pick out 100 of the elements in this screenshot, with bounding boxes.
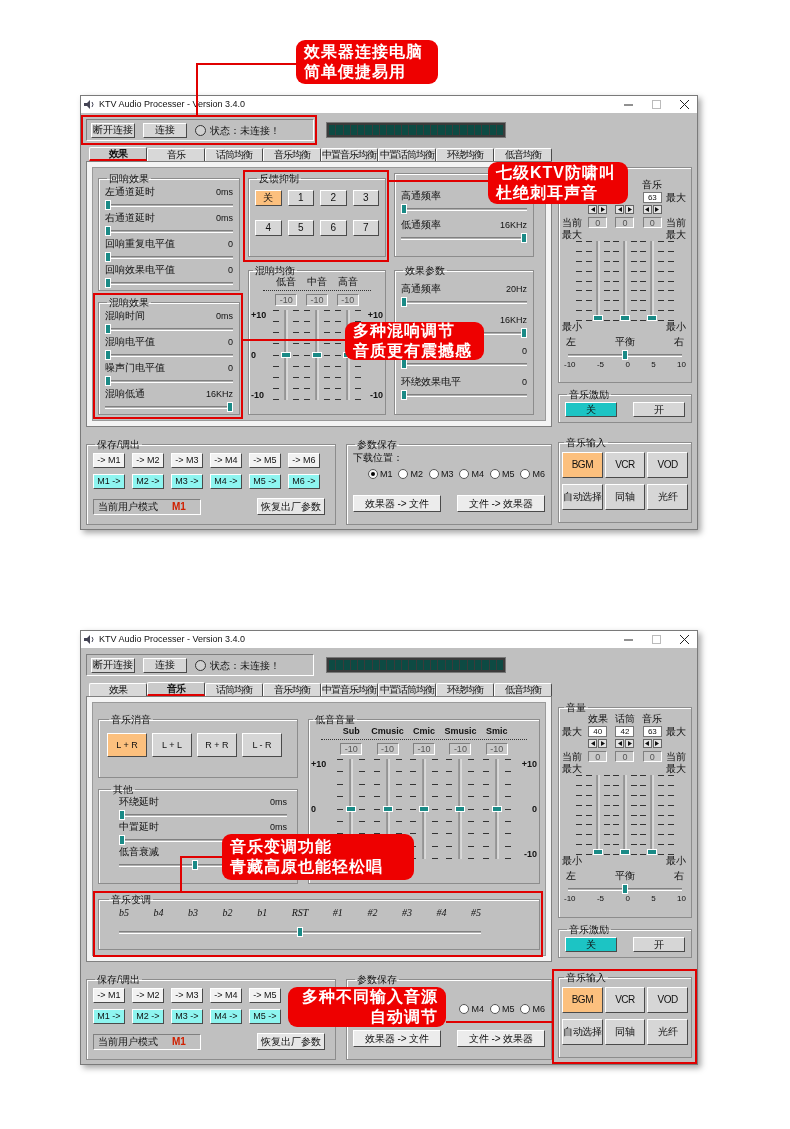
slider-thumb[interactable] (620, 849, 630, 855)
preset-button[interactable]: 6 (320, 220, 347, 236)
slider[interactable] (446, 759, 475, 859)
slider-thumb[interactable] (281, 352, 292, 358)
preset-button[interactable]: 2 (320, 190, 347, 206)
connect-button[interactable]: 连接 (143, 657, 187, 673)
step-right-button[interactable] (652, 204, 662, 214)
disconnect-button[interactable]: 断开连接 (91, 657, 135, 673)
step-left-button[interactable] (642, 204, 652, 214)
slider-thumb[interactable] (382, 806, 393, 812)
tab[interactable]: 环绕均衡 (436, 148, 495, 161)
connect-button[interactable]: 连接 (143, 122, 187, 138)
tab[interactable]: 效果 (89, 147, 147, 161)
store-button[interactable]: -> M1 (93, 453, 125, 468)
recall-button[interactable]: M5 -> (249, 1009, 281, 1024)
reset-button[interactable]: 恢复出厂参数 (257, 1033, 325, 1050)
close-icon[interactable] (680, 100, 689, 109)
slider-thumb[interactable] (455, 806, 466, 812)
radio-button[interactable] (459, 1004, 470, 1014)
slider[interactable] (401, 359, 527, 369)
slider[interactable] (568, 350, 682, 360)
slider[interactable] (585, 775, 610, 855)
tab[interactable]: 中置话筒均衡 (378, 148, 437, 161)
close-icon[interactable] (680, 635, 689, 644)
tab[interactable]: 音乐均衡 (262, 683, 321, 696)
source-button[interactable]: 自动选择 (562, 484, 603, 510)
preset-button[interactable]: 1 (287, 190, 314, 206)
radio-button[interactable] (489, 469, 500, 479)
toggle-button[interactable]: 关 (565, 937, 617, 952)
radio-button[interactable] (367, 469, 378, 479)
transfer-button[interactable]: 文件 -> 效果器 (457, 495, 545, 512)
toggle-button[interactable]: 开 (633, 937, 685, 952)
tab[interactable]: 低音均衡 (494, 683, 552, 696)
slider[interactable] (119, 927, 481, 937)
slider-thumb[interactable] (105, 200, 111, 210)
slider[interactable] (640, 775, 665, 855)
slider-thumb[interactable] (592, 849, 603, 855)
disconnect-button[interactable]: 断开连接 (91, 122, 135, 138)
slider-thumb[interactable] (227, 402, 233, 412)
slider-thumb[interactable] (647, 849, 658, 855)
slider[interactable] (105, 278, 233, 288)
recall-button[interactable]: M2 -> (132, 1009, 164, 1024)
source-button[interactable]: VCR (604, 452, 646, 478)
store-button[interactable]: -> M2 (132, 988, 164, 1003)
tab[interactable]: 话筒均衡 (204, 148, 263, 161)
slider-thumb[interactable] (119, 810, 125, 820)
slider[interactable] (105, 376, 233, 386)
step-left-button[interactable] (615, 738, 625, 748)
source-button[interactable]: BGM (562, 452, 603, 478)
step-right-button[interactable] (625, 204, 635, 214)
tab[interactable]: 中置音乐均衡 (320, 683, 379, 696)
slider[interactable] (273, 310, 300, 400)
channel-button[interactable]: R + R (197, 733, 237, 757)
slider[interactable] (401, 204, 527, 214)
radio-button[interactable] (398, 469, 409, 479)
slider[interactable] (304, 310, 330, 400)
slider[interactable] (105, 324, 233, 334)
slider[interactable] (105, 226, 233, 236)
recall-button[interactable]: M3 -> (171, 474, 203, 489)
slider[interactable] (585, 241, 610, 321)
transfer-button[interactable]: 效果器 -> 文件 (353, 495, 441, 512)
slider-thumb[interactable] (521, 328, 527, 338)
recall-button[interactable]: M1 -> (93, 1009, 125, 1024)
step-left-button[interactable] (642, 738, 652, 748)
step-right-button[interactable] (652, 738, 662, 748)
recall-button[interactable]: M2 -> (132, 474, 164, 489)
slider-thumb[interactable] (620, 315, 630, 321)
slider-thumb[interactable] (592, 315, 603, 321)
tab[interactable]: 音乐均衡 (262, 148, 321, 161)
recall-button[interactable]: M3 -> (171, 1009, 203, 1024)
slider[interactable] (613, 775, 637, 855)
store-button[interactable]: -> M6 (288, 453, 320, 468)
store-button[interactable]: -> M3 (171, 453, 203, 468)
radio-button[interactable] (520, 1004, 531, 1014)
source-button[interactable]: BGM (562, 987, 603, 1013)
slider[interactable] (119, 810, 287, 820)
slider[interactable] (105, 252, 233, 262)
slider-thumb[interactable] (105, 252, 111, 262)
recall-button[interactable]: M6 -> (288, 474, 320, 489)
recall-button[interactable]: M1 -> (93, 474, 125, 489)
preset-button[interactable]: 3 (352, 190, 379, 206)
slider-thumb[interactable] (105, 324, 111, 334)
transfer-button[interactable]: 效果器 -> 文件 (353, 1030, 441, 1047)
slider-thumb[interactable] (401, 297, 407, 307)
slider[interactable] (401, 297, 527, 307)
slider-thumb[interactable] (346, 806, 357, 812)
slider-thumb[interactable] (521, 233, 527, 243)
store-button[interactable]: -> M4 (210, 453, 242, 468)
radio-button[interactable] (489, 1004, 500, 1014)
slider-thumb[interactable] (419, 806, 429, 812)
source-button[interactable]: VCR (604, 987, 646, 1013)
recall-button[interactable]: M5 -> (249, 474, 281, 489)
step-right-button[interactable] (625, 738, 635, 748)
slider[interactable] (105, 402, 233, 412)
slider[interactable] (401, 233, 527, 243)
slider[interactable] (105, 350, 233, 360)
slider[interactable] (568, 884, 682, 894)
store-button[interactable]: -> M3 (171, 988, 203, 1003)
store-button[interactable]: -> M1 (93, 988, 125, 1003)
slider-thumb[interactable] (191, 860, 198, 870)
